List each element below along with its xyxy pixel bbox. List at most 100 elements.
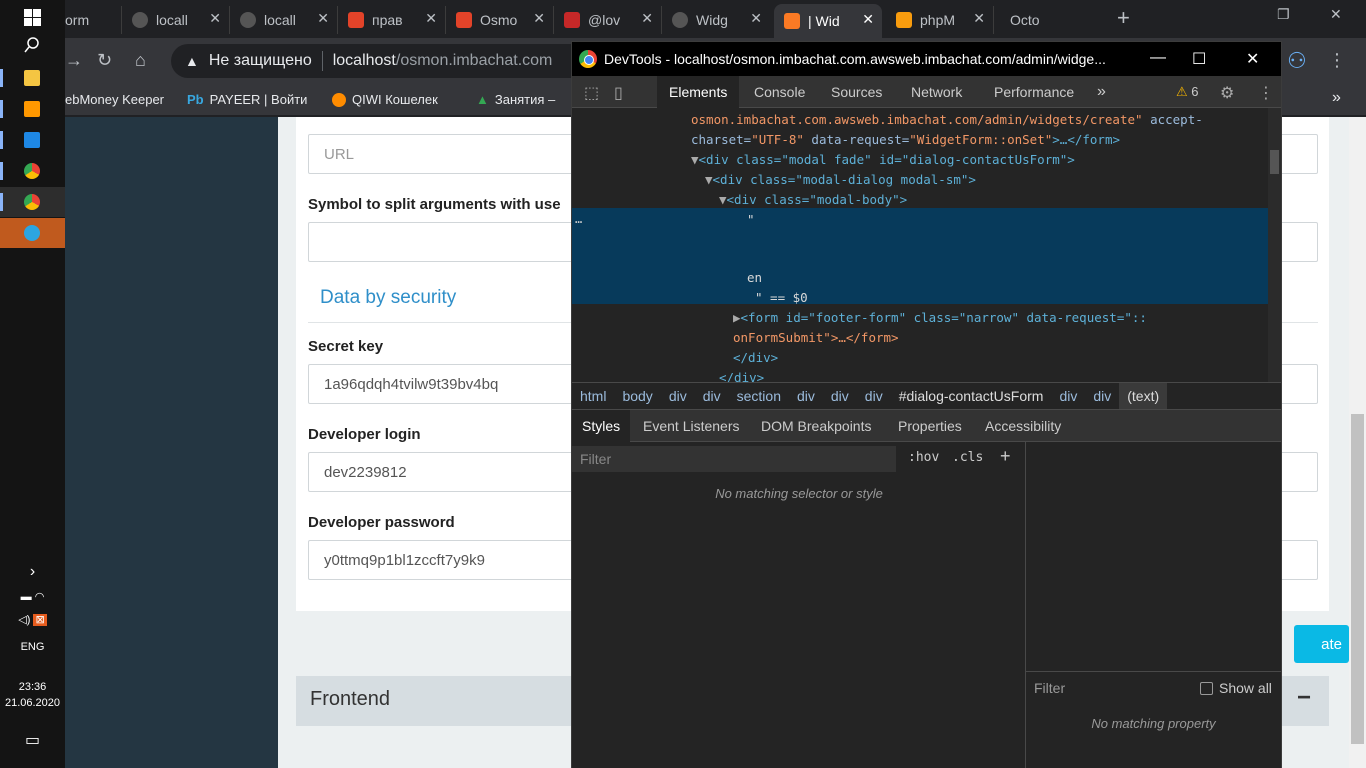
tab-styles[interactable]: Styles	[572, 410, 631, 442]
tab-3[interactable]: locall ✕	[230, 6, 338, 34]
tab-7[interactable]: Widg ✕	[662, 6, 770, 34]
inspect-element-icon[interactable]: ⬚	[584, 83, 599, 103]
dom-line[interactable]: onFormSubmit">…</form>	[733, 330, 899, 345]
close-icon[interactable]: ✕	[973, 10, 985, 27]
close-icon[interactable]: ✕	[317, 10, 329, 27]
bookmark-webmoney[interactable]: ebMoney Keeper	[65, 92, 164, 107]
dom-line[interactable]: osmon.imbachat.com.awsweb.imbachat.com/a…	[691, 112, 1203, 127]
close-icon[interactable]: ✕	[862, 11, 874, 28]
minimize-icon[interactable]: —	[1150, 49, 1166, 67]
collapse-triangle-icon[interactable]: ▶	[733, 310, 741, 325]
breadcrumb-text[interactable]: (text)	[1119, 383, 1168, 409]
close-window-icon[interactable]: ✕	[1330, 6, 1342, 23]
text-node-end[interactable]: " == $0	[755, 290, 808, 305]
create-button[interactable]: ate	[1294, 625, 1349, 663]
close-icon[interactable]: ✕	[641, 10, 653, 27]
tab-sources[interactable]: Sources	[819, 76, 894, 108]
dom-line-modal-fade[interactable]: ▼<div class="modal fade" id="dialog-cont…	[691, 152, 1075, 167]
breadcrumb-dialog-contactusform[interactable]: #dialog-contactUsForm	[891, 383, 1052, 409]
language-indicator[interactable]: ENG	[0, 641, 65, 653]
selected-node-highlight[interactable]	[572, 208, 1268, 304]
tab-properties[interactable]: Properties	[888, 410, 972, 442]
checkbox[interactable]	[1200, 681, 1213, 695]
computed-filter-input[interactable]: Filter	[1034, 680, 1065, 696]
bookmark-payeer[interactable]: Pb PAYEER | Войти	[187, 92, 307, 107]
close-icon[interactable]: ✕	[1246, 49, 1259, 69]
breadcrumb-div[interactable]: div	[661, 383, 695, 409]
expand-triangle-icon[interactable]: ▼	[719, 192, 727, 207]
tab-2[interactable]: locall ✕	[122, 6, 230, 34]
tab-1[interactable]: orm	[65, 6, 122, 34]
more-tabs-icon[interactable]: »	[1097, 83, 1106, 101]
maximize-icon[interactable]: ☐	[1192, 49, 1206, 69]
tab-network[interactable]: Network	[899, 76, 974, 108]
search-button[interactable]	[0, 30, 65, 60]
tab-9[interactable]: phpM ✕	[886, 6, 994, 34]
chevron-right-icon[interactable]: ›	[0, 563, 65, 581]
telegram-taskbar-button[interactable]	[0, 218, 65, 248]
breadcrumb-body[interactable]: body	[614, 383, 660, 409]
breadcrumb-div[interactable]: div	[1085, 383, 1119, 409]
dom-line-modal-body[interactable]: ▼<div class="modal-body">	[719, 192, 907, 207]
expand-triangle-icon[interactable]: ▼	[705, 172, 713, 187]
chrome-taskbar-button-2[interactable]	[0, 187, 65, 217]
tab-elements[interactable]: Elements	[657, 76, 740, 108]
warning-icon[interactable]: ▲	[185, 53, 199, 69]
warnings-counter[interactable]: ⚠ 6	[1176, 84, 1199, 100]
page-scrollbar[interactable]	[1349, 117, 1366, 768]
scrollbar-thumb[interactable]	[1270, 150, 1279, 174]
restore-icon[interactable]: ❐	[1277, 6, 1290, 23]
bookmark-qiwi[interactable]: QIWI Кошелек	[332, 92, 438, 107]
more-bookmarks-icon[interactable]: »	[1332, 89, 1341, 107]
cls-toggle[interactable]: .cls	[952, 450, 983, 465]
elements-scrollbar[interactable]	[1268, 108, 1281, 382]
security-label[interactable]: Не защищено	[209, 52, 312, 70]
tab-6[interactable]: @lov ✕	[554, 6, 662, 34]
dom-line[interactable]: </div>	[719, 370, 764, 382]
bookmark-drive[interactable]: ▲ Занятия –	[476, 92, 555, 107]
breadcrumb-html[interactable]: html	[572, 383, 614, 409]
tab-10[interactable]: Octo	[1000, 6, 1108, 34]
more-options-icon[interactable]: …	[575, 212, 582, 226]
new-tab-button[interactable]: +	[1117, 5, 1130, 31]
hov-toggle[interactable]: :hov	[908, 450, 939, 465]
back-icon[interactable]: →	[65, 50, 83, 71]
scrollbar-thumb[interactable]	[1351, 414, 1364, 744]
breadcrumb-div[interactable]: div	[857, 383, 891, 409]
vscode-taskbar-button[interactable]	[0, 125, 65, 155]
collapse-icon[interactable]: −	[1297, 684, 1311, 712]
breadcrumb-section[interactable]: section	[729, 383, 789, 409]
notifications-icon[interactable]: ▭	[0, 730, 65, 750]
close-icon[interactable]: ✕	[750, 10, 762, 27]
home-icon[interactable]: ⌂	[135, 50, 146, 71]
tab-4[interactable]: прав ✕	[338, 6, 446, 34]
text-node-content[interactable]: en	[747, 270, 762, 285]
explorer-taskbar-button[interactable]	[0, 63, 65, 93]
styles-filter-input[interactable]: Filter	[572, 446, 896, 472]
text-node-quote[interactable]: "	[747, 212, 755, 227]
clock-time[interactable]: 23:36	[0, 681, 65, 693]
tab-performance[interactable]: Performance	[982, 76, 1086, 108]
kebab-menu-icon[interactable]: ⋮	[1258, 83, 1274, 103]
start-button[interactable]	[0, 2, 65, 32]
tab-console[interactable]: Console	[742, 76, 817, 108]
tab-accessibility[interactable]: Accessibility	[975, 410, 1071, 442]
close-icon[interactable]: ✕	[533, 10, 545, 27]
close-icon[interactable]: ✕	[209, 10, 221, 27]
breadcrumb-div[interactable]: div	[1051, 383, 1085, 409]
dom-line-modal-dialog[interactable]: ▼<div class="modal-dialog modal-sm">	[705, 172, 976, 187]
show-all-checkbox[interactable]: Show all	[1200, 680, 1272, 696]
expand-triangle-icon[interactable]: ▼	[691, 152, 699, 167]
dom-line[interactable]: charset="UTF-8" data-request="WidgetForm…	[691, 132, 1120, 147]
breadcrumb-div[interactable]: div	[695, 383, 729, 409]
tab-8-active[interactable]: | Wid ✕	[774, 4, 882, 38]
breadcrumb-div[interactable]: div	[789, 383, 823, 409]
tab-event-listeners[interactable]: Event Listeners	[633, 410, 750, 442]
tab-5[interactable]: Osmo ✕	[446, 6, 554, 34]
breadcrumb-div[interactable]: div	[823, 383, 857, 409]
reload-icon[interactable]: ↻	[97, 50, 112, 71]
sublime-taskbar-button[interactable]	[0, 94, 65, 124]
extension-icon[interactable]: ⚇	[1287, 48, 1307, 74]
device-toolbar-icon[interactable]: ▯	[614, 83, 623, 103]
new-style-rule-icon[interactable]: +	[1000, 446, 1011, 467]
